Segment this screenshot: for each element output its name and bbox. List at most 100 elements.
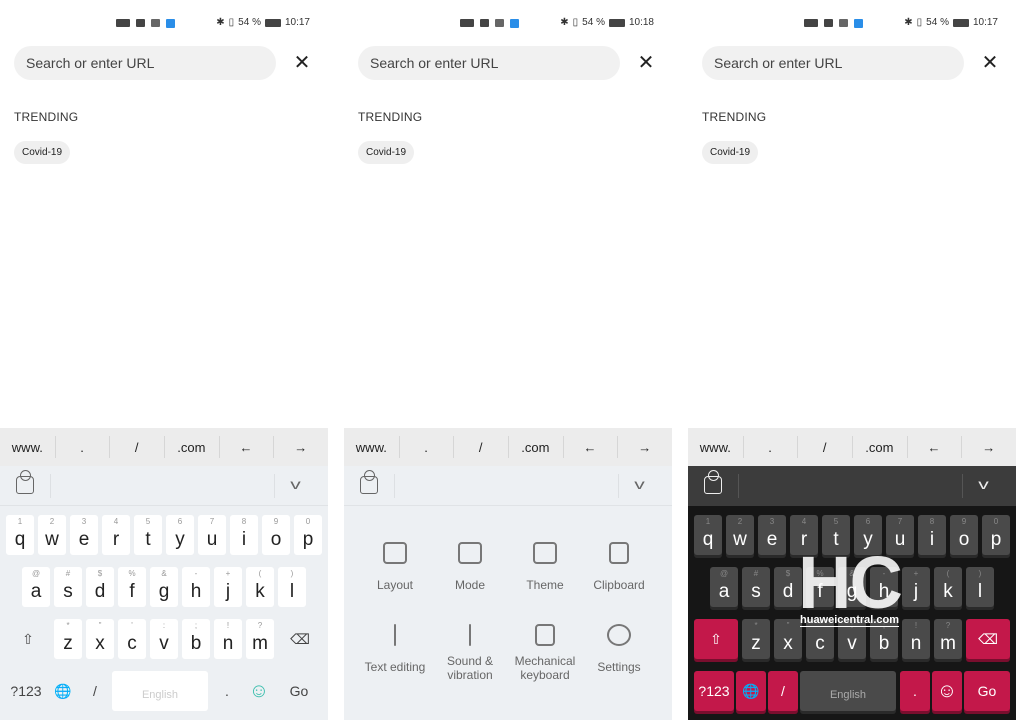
trending-chip[interactable]: Covid-19 xyxy=(14,141,71,164)
url-key[interactable]: . xyxy=(398,435,454,458)
key-o[interactable]: 9o xyxy=(262,515,290,555)
key-a[interactable]: @ a xyxy=(22,567,50,607)
menu-mode[interactable]: Mode xyxy=(433,542,507,592)
key-m[interactable]: ? m xyxy=(246,619,274,659)
menu-mechanical-keyboard[interactable]: Mechanical keyboard xyxy=(508,624,582,682)
menu-layout[interactable]: Layout xyxy=(358,542,432,592)
key-a[interactable]: @ a xyxy=(710,567,738,607)
url-key[interactable]: / xyxy=(109,435,164,458)
key-l[interactable]: ) l xyxy=(278,567,306,607)
close-icon[interactable]: ✕ xyxy=(636,52,656,74)
url-key[interactable]: ← xyxy=(218,435,274,458)
trending-chip[interactable]: Covid-19 xyxy=(702,141,759,164)
key-t[interactable]: 5t xyxy=(134,515,162,555)
key-m[interactable]: ? m xyxy=(934,619,962,659)
menu-theme[interactable]: Theme xyxy=(508,542,582,592)
backspace-key[interactable]: ⌫ xyxy=(278,619,322,659)
url-key[interactable]: → xyxy=(273,435,328,458)
url-key[interactable]: / xyxy=(797,435,852,458)
url-key[interactable]: .com xyxy=(852,435,907,458)
key-q[interactable]: 1q xyxy=(694,515,722,555)
chevron-down-icon[interactable]: v xyxy=(290,476,301,492)
close-icon[interactable]: ✕ xyxy=(292,52,312,74)
key-i[interactable]: 8i xyxy=(230,515,258,555)
chevron-down-icon[interactable]: v xyxy=(634,476,645,492)
space-key[interactable]: English xyxy=(800,671,896,711)
menu-clipboard[interactable]: Clipboard xyxy=(582,542,656,592)
key-n[interactable]: ! n xyxy=(214,619,242,659)
menu-settings[interactable]: Settings xyxy=(582,624,656,674)
space-key[interactable]: English xyxy=(112,671,208,711)
key-f[interactable]: % f xyxy=(118,567,146,607)
key-z[interactable]: * z xyxy=(54,619,82,659)
search-input[interactable]: Search or enter URL xyxy=(702,46,964,80)
symbols-key[interactable]: ?123 xyxy=(6,671,46,711)
key-e[interactable]: 3e xyxy=(758,515,786,555)
slash-key[interactable]: / xyxy=(768,671,798,711)
trending-chip[interactable]: Covid-19 xyxy=(358,141,415,164)
globe-icon[interactable]: 🌐 xyxy=(48,671,78,711)
key-k[interactable]: (k xyxy=(934,567,962,607)
url-key[interactable]: .com xyxy=(508,435,563,458)
key-z[interactable]: * z xyxy=(742,619,770,659)
key-k[interactable]: (k xyxy=(246,567,274,607)
go-key[interactable]: Go xyxy=(964,671,1010,711)
url-key[interactable]: / xyxy=(453,435,508,458)
chevron-down-icon[interactable]: v xyxy=(978,476,989,492)
url-key[interactable]: . xyxy=(54,435,110,458)
key-v[interactable]: :v xyxy=(150,619,178,659)
url-key[interactable]: → xyxy=(961,435,1016,458)
slash-key[interactable]: / xyxy=(80,671,110,711)
key-w[interactable]: 2w xyxy=(38,515,66,555)
key-p[interactable]: 0p xyxy=(982,515,1010,555)
globe-icon[interactable]: 🌐 xyxy=(736,671,766,711)
menu-sound-vibration[interactable]: Sound & vibration xyxy=(433,624,507,682)
key-e[interactable]: 3e xyxy=(70,515,98,555)
close-icon[interactable]: ✕ xyxy=(980,52,1000,74)
url-key[interactable]: .com xyxy=(164,435,219,458)
key-c[interactable]: ' c xyxy=(118,619,146,659)
menu-text-editing[interactable]: Text editing xyxy=(358,624,432,674)
keyboard-menu-icon[interactable] xyxy=(16,470,34,494)
key-j[interactable]: + j xyxy=(214,567,242,607)
key-b[interactable]: ; b xyxy=(182,619,210,659)
key-n[interactable]: ! n xyxy=(902,619,930,659)
key-x[interactable]: " x xyxy=(86,619,114,659)
key-h[interactable]: -h xyxy=(182,567,210,607)
shift-key[interactable]: ⇧ xyxy=(694,619,738,659)
backspace-key[interactable]: ⌫ xyxy=(966,619,1010,659)
period-key[interactable]: . xyxy=(212,671,242,711)
key-g[interactable]: & g xyxy=(150,567,178,607)
key-q[interactable]: 1q xyxy=(6,515,34,555)
shift-key[interactable]: ⇧ xyxy=(6,619,50,659)
search-input[interactable]: Search or enter URL xyxy=(14,46,276,80)
key-u[interactable]: 7u xyxy=(198,515,226,555)
search-input[interactable]: Search or enter URL xyxy=(358,46,620,80)
url-key[interactable]: ← xyxy=(906,435,962,458)
keyboard-menu-icon[interactable] xyxy=(360,470,378,494)
url-key[interactable]: www. xyxy=(688,440,743,455)
key-i[interactable]: 8i xyxy=(918,515,946,555)
url-key[interactable]: www. xyxy=(344,440,399,455)
key-w[interactable]: 2w xyxy=(726,515,754,555)
emoji-icon[interactable]: ☺ xyxy=(932,671,962,711)
key-o[interactable]: 9o xyxy=(950,515,978,555)
key-r[interactable]: 4r xyxy=(102,515,130,555)
keyboard-menu-icon[interactable] xyxy=(704,470,722,494)
key-j[interactable]: + j xyxy=(902,567,930,607)
key-s[interactable]: # s xyxy=(54,567,82,607)
url-key[interactable]: → xyxy=(617,435,672,458)
period-key[interactable]: . xyxy=(900,671,930,711)
key-x[interactable]: " x xyxy=(774,619,802,659)
url-key[interactable]: www. xyxy=(0,440,55,455)
emoji-icon[interactable]: ☺ xyxy=(244,671,274,711)
url-key[interactable]: . xyxy=(742,435,798,458)
key-p[interactable]: 0p xyxy=(294,515,322,555)
key-y[interactable]: 6y xyxy=(166,515,194,555)
key-l[interactable]: ) l xyxy=(966,567,994,607)
url-key[interactable]: ← xyxy=(562,435,618,458)
key-s[interactable]: # s xyxy=(742,567,770,607)
key-d[interactable]: $ d xyxy=(86,567,114,607)
symbols-key[interactable]: ?123 xyxy=(694,671,734,711)
go-key[interactable]: Go xyxy=(276,671,322,711)
